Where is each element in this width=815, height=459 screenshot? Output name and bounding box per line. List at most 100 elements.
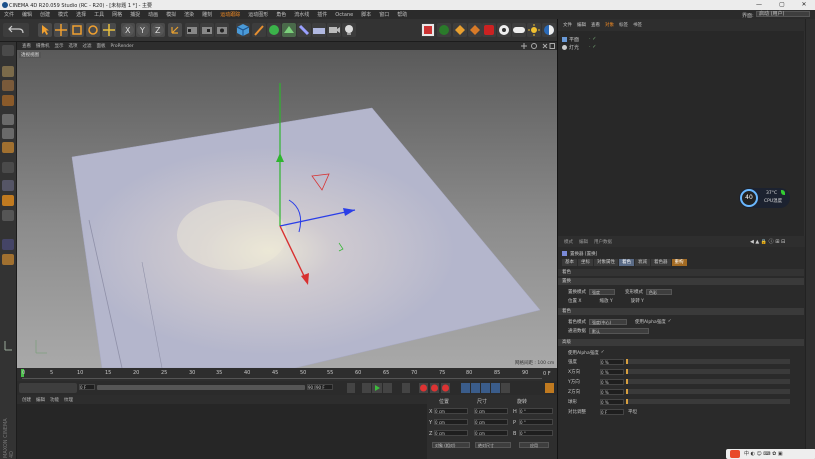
- timeline-ruler[interactable]: 0 5 10 15 20 25 30 35 40 45 50 55 60 65 …: [17, 368, 557, 381]
- rotation-b-field[interactable]: 0 °: [519, 430, 553, 436]
- section-displacement[interactable]: 置换: [558, 278, 804, 285]
- menu-item[interactable]: 动画: [148, 11, 158, 18]
- key-pla-button[interactable]: [501, 383, 510, 393]
- material-menu-item[interactable]: 功能: [50, 397, 59, 403]
- octane-object-icon[interactable]: [468, 23, 482, 37]
- checkbox-label[interactable]: 旋转 Y: [631, 298, 644, 304]
- material-menu-item[interactable]: 纹理: [64, 397, 73, 403]
- y-axis-lock-icon[interactable]: Y: [136, 23, 150, 37]
- menu-item[interactable]: 渲染: [184, 11, 194, 18]
- current-frame-field[interactable]: 0 F: [79, 384, 95, 390]
- contrast-value-field[interactable]: 0 F: [600, 408, 624, 415]
- x-axis-lock-icon[interactable]: X: [121, 23, 135, 37]
- octane-material-icon[interactable]: [453, 23, 467, 37]
- playback-tool-icons[interactable]: [19, 383, 77, 393]
- array-icon[interactable]: [282, 23, 296, 37]
- checkbox-label[interactable]: 缩放 Y: [600, 298, 613, 304]
- viewport-menu-item[interactable]: 显示: [55, 43, 64, 49]
- section-shading[interactable]: 着色: [558, 269, 804, 276]
- viewport-menu-item[interactable]: 摄像机: [36, 43, 50, 49]
- key-position-button[interactable]: [461, 383, 470, 393]
- camera-icon[interactable]: [327, 23, 341, 37]
- lock-workplane-icon[interactable]: [2, 210, 14, 221]
- 3d-viewport[interactable]: 透视视图 网格间距 : 100 cm: [17, 50, 557, 368]
- object-menu-item[interactable]: 编辑: [577, 22, 586, 28]
- checkbox-label[interactable]: 平坦: [628, 409, 637, 415]
- displaced-plane-mesh[interactable]: [71, 107, 541, 368]
- menu-item[interactable]: Octane: [335, 12, 353, 18]
- slider-track[interactable]: [626, 359, 790, 364]
- object-menu-item[interactable]: 文件: [563, 22, 572, 28]
- apply-button[interactable]: 应用: [519, 442, 549, 448]
- attr-menu-item[interactable]: 编辑: [579, 239, 588, 245]
- minimize-button[interactable]: —: [748, 0, 770, 10]
- enable-snap-icon[interactable]: [2, 195, 14, 206]
- close-button[interactable]: ✕: [793, 0, 815, 10]
- floor-icon[interactable]: [312, 23, 326, 37]
- attr-menu-item[interactable]: 模式: [564, 239, 573, 245]
- menu-item[interactable]: 工具: [94, 11, 104, 18]
- material-menu-item[interactable]: 编辑: [36, 397, 45, 403]
- viewport-menu-item[interactable]: 面板: [97, 43, 106, 49]
- pen-spline-icon[interactable]: [252, 23, 266, 37]
- menu-item[interactable]: 选择: [76, 11, 86, 18]
- move-tool-icon[interactable]: [54, 23, 68, 37]
- octane-hdri-icon[interactable]: [542, 23, 556, 37]
- key-rotation-button[interactable]: [481, 383, 490, 393]
- scale-tool-icon[interactable]: [70, 23, 84, 37]
- position-x-field[interactable]: 0 cm: [434, 408, 468, 414]
- render-view-icon[interactable]: [185, 23, 199, 37]
- deformer-icon[interactable]: [297, 23, 311, 37]
- menu-item-highlighted[interactable]: 运动跟踪: [220, 11, 240, 18]
- scene-end-field[interactable]: 90 F: [315, 384, 333, 390]
- render-settings-icon[interactable]: [215, 23, 229, 37]
- cube-primitive-icon[interactable]: [236, 23, 250, 37]
- octane-sun-icon[interactable]: [527, 23, 541, 37]
- menu-item[interactable]: 文件: [4, 11, 14, 18]
- coordinate-system-icon[interactable]: [168, 23, 182, 37]
- viewport-menu-item[interactable]: 过滤: [83, 43, 92, 49]
- tweak-mode-icon[interactable]: [2, 180, 14, 191]
- position-z-field[interactable]: 0 cm: [434, 430, 468, 436]
- shading-mode-dropdown[interactable]: 强度(中心): [589, 318, 627, 325]
- octane-live-viewer-icon[interactable]: [421, 23, 435, 37]
- menu-item[interactable]: 流水线: [294, 11, 309, 18]
- symmetry-icon[interactable]: [2, 254, 14, 265]
- attr-tab[interactable]: 对象属性: [594, 259, 618, 266]
- edges-mode-icon[interactable]: [2, 128, 14, 139]
- slider-value-field[interactable]: 0 %: [600, 358, 624, 365]
- preview-range-slider[interactable]: [97, 385, 305, 390]
- rotation-p-field[interactable]: 0 °: [519, 419, 553, 425]
- record-keys-button[interactable]: [419, 383, 428, 393]
- menu-item[interactable]: 窗口: [379, 11, 389, 18]
- attr-menu-item[interactable]: 用户数据: [594, 239, 612, 245]
- menu-item[interactable]: 脚本: [361, 11, 371, 18]
- material-menu-item[interactable]: 创建: [22, 397, 31, 403]
- checkmark-icon[interactable]: ✓: [668, 319, 672, 324]
- menu-item[interactable]: 运动图形: [248, 11, 268, 18]
- make-editable-icon[interactable]: [2, 45, 14, 56]
- slider-value-field[interactable]: 0 %: [600, 388, 624, 395]
- key-scale-button[interactable]: [471, 383, 480, 393]
- coord-mode-dropdown[interactable]: 对象 (相对): [432, 442, 470, 448]
- workplane-mode-icon[interactable]: [2, 95, 14, 106]
- menu-item[interactable]: 帮助: [397, 11, 407, 18]
- object-menu-item[interactable]: 查看: [591, 22, 600, 28]
- visibility-dots-icon[interactable]: · ✓: [589, 44, 596, 50]
- object-menu-item[interactable]: 标签: [619, 22, 628, 28]
- deform-mode-dropdown[interactable]: 色彩: [646, 288, 672, 295]
- go-to-end-button[interactable]: [402, 383, 410, 393]
- octane-stop-icon[interactable]: [482, 23, 496, 37]
- object-menu-item[interactable]: 对象: [605, 22, 614, 28]
- polygons-mode-icon[interactable]: [2, 142, 14, 153]
- z-axis-lock-icon[interactable]: Z: [151, 23, 165, 37]
- autokey-button[interactable]: [430, 383, 439, 393]
- timeline-window-button[interactable]: [545, 383, 554, 393]
- attr-tab-active[interactable]: 着色: [619, 259, 634, 266]
- select-arrow-icon[interactable]: [38, 23, 52, 37]
- size-mode-dropdown[interactable]: 绝对尺寸: [475, 442, 511, 448]
- viewport-menu-item[interactable]: ProRender: [111, 44, 134, 49]
- keyframe-selection-button[interactable]: [441, 383, 450, 393]
- section-shading-2[interactable]: 着色: [558, 308, 804, 315]
- menu-item[interactable]: 模拟: [166, 11, 176, 18]
